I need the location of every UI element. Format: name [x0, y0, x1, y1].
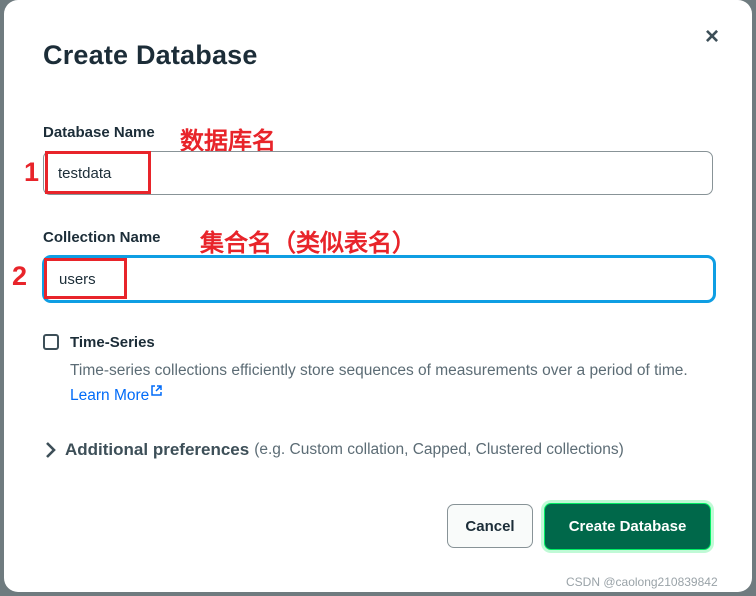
learn-more-link[interactable]: Learn More	[70, 387, 149, 404]
collection-name-label: Collection Name	[43, 229, 161, 246]
additional-preferences-toggle[interactable]: Additional preferences (e.g. Custom coll…	[44, 440, 624, 460]
time-series-description-text: Time-series collections efficiently stor…	[70, 362, 688, 379]
time-series-description: Time-series collections efficiently stor…	[70, 358, 710, 408]
database-name-label: Database Name	[43, 124, 155, 141]
create-database-dialog: Create Database × Database Name 数据库名 1 t…	[4, 0, 752, 592]
collection-name-input[interactable]: users	[42, 255, 716, 303]
external-link-icon	[151, 385, 163, 396]
database-name-value: testdata	[58, 164, 112, 182]
dialog-title: Create Database	[43, 40, 258, 70]
annotation-marker-2: 2	[12, 261, 28, 291]
collection-name-value: users	[59, 270, 96, 288]
time-series-label: Time-Series	[70, 334, 155, 351]
watermark: CSDN @caolong210839842	[566, 575, 718, 589]
collection-name-annotation: 集合名（类似表名）	[200, 230, 416, 257]
additional-preferences-note: (e.g. Custom collation, Capped, Clustere…	[254, 441, 624, 458]
close-icon[interactable]: ×	[701, 25, 723, 49]
chevron-right-icon	[46, 442, 56, 458]
additional-preferences-title: Additional preferences	[65, 440, 250, 459]
cancel-button[interactable]: Cancel	[447, 504, 533, 548]
annotation-marker-1: 1	[24, 157, 40, 187]
database-name-input[interactable]: testdata	[43, 151, 713, 195]
create-database-button[interactable]: Create Database	[544, 503, 711, 550]
time-series-checkbox[interactable]	[43, 334, 59, 350]
